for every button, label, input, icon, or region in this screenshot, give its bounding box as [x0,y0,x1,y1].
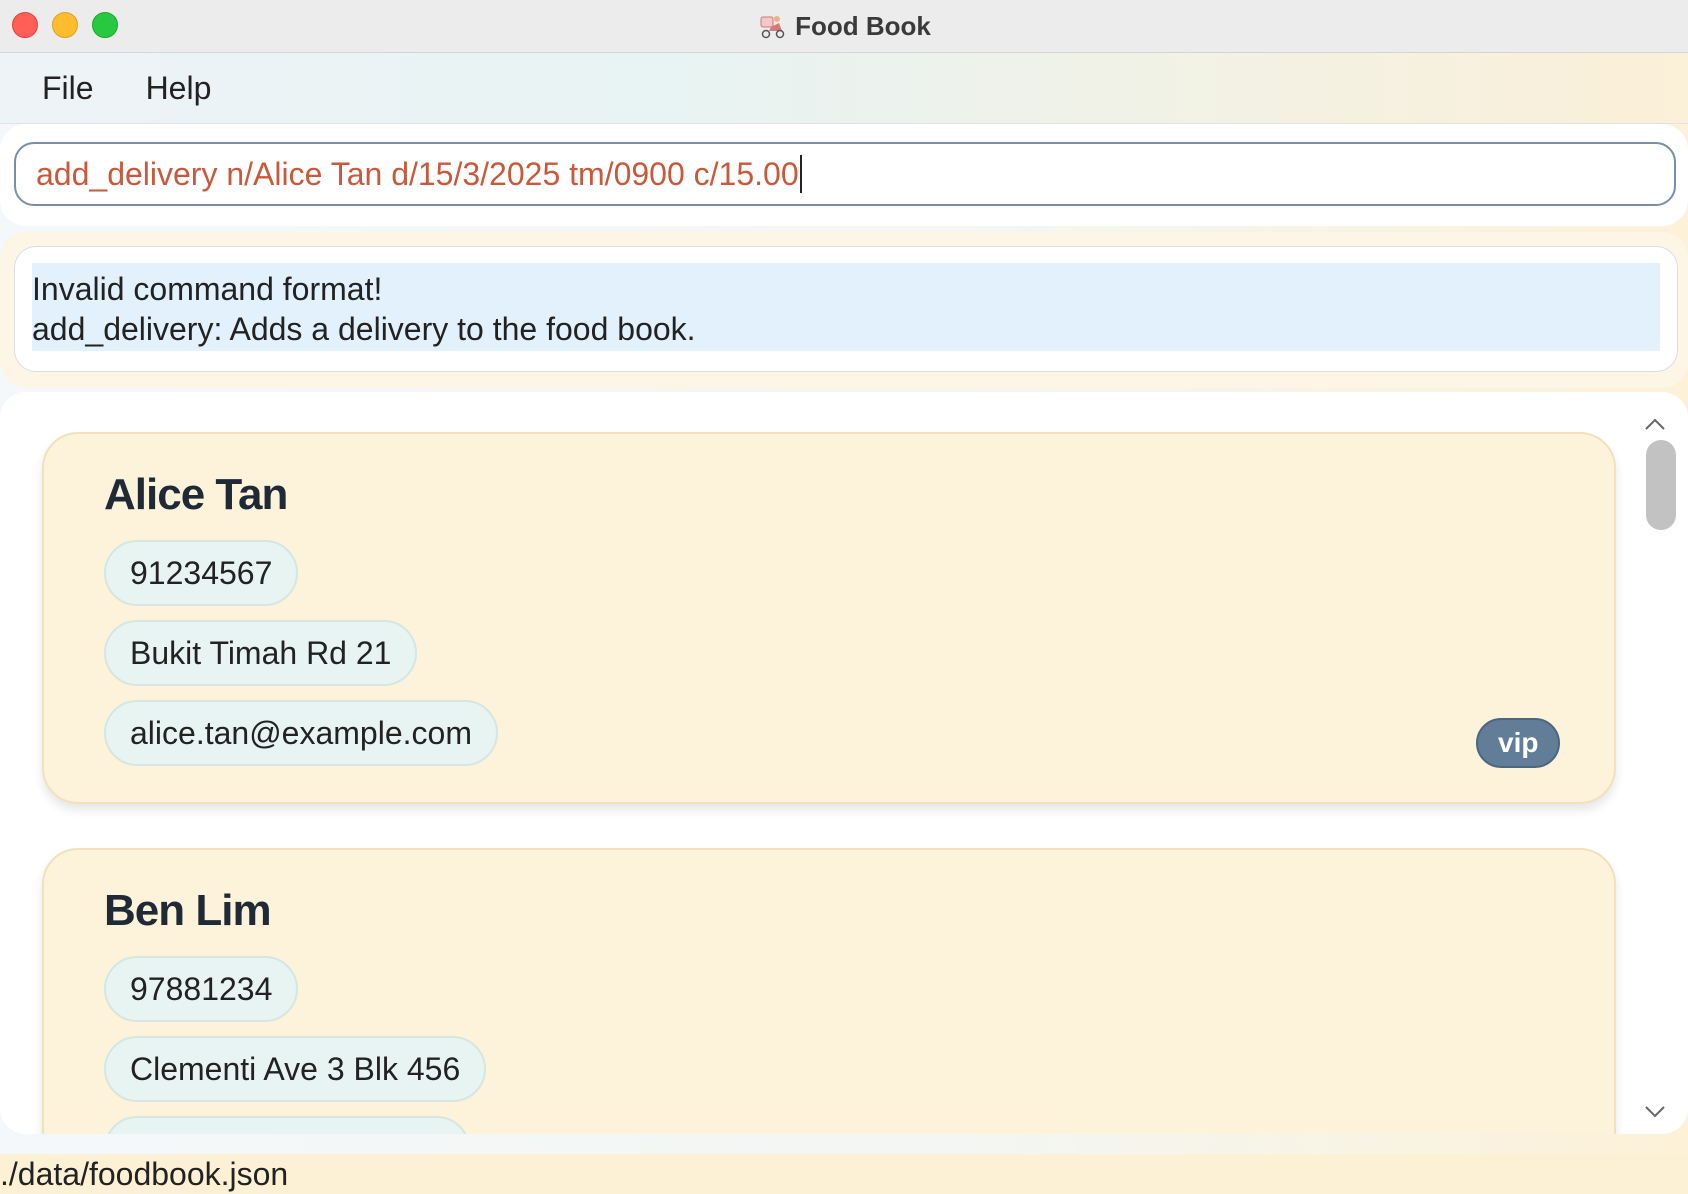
menu-file[interactable]: File [40,66,96,111]
food-delivery-icon [760,16,785,39]
command-box-panel: add_delivery n/Alice Tan d/15/3/2025 tm/… [0,124,1688,226]
customer-email-chip [104,1116,470,1134]
customer-list-panel[interactable]: Alice Tan 91234567 Bukit Timah Rd 21 ali… [0,392,1688,1134]
menu-bar: File Help [0,53,1688,124]
result-display-panel: Invalid command format! add_delivery: Ad… [0,232,1688,388]
customer-address-chip: Clementi Ave 3 Blk 456 [104,1036,487,1102]
status-bar: ./data/foodbook.json [0,1154,1688,1194]
title-bar: Food Book [0,0,1688,53]
result-display[interactable]: Invalid command format! add_delivery: Ad… [14,246,1678,372]
window-title: Food Book [795,10,931,41]
command-input[interactable]: add_delivery n/Alice Tan d/15/3/2025 tm/… [14,142,1676,206]
customer-phone-chip: 97881234 [104,956,299,1022]
scroll-up-arrow-icon[interactable] [1642,414,1668,434]
result-message-line-1: Invalid command format! [32,271,383,307]
customer-address-chip: Bukit Timah Rd 21 [104,620,418,686]
customer-name: Ben Lim [104,886,272,935]
window-title-group: Food Book [0,0,1688,52]
customer-phone-chip: 91234567 [104,540,299,606]
result-message-line-2: add_delivery: Adds a delivery to the foo… [32,311,696,347]
customer-card[interactable]: Alice Tan 91234567 Bukit Timah Rd 21 ali… [42,432,1616,804]
save-file-path: ./data/foodbook.json [0,1155,289,1192]
app-window: Food Book File Help add_delivery n/Alice… [0,0,1688,1194]
customer-email-chip: alice.tan@example.com [104,700,498,766]
text-caret [799,155,802,193]
scrollbar-thumb[interactable] [1646,440,1676,530]
customer-tag-badge: vip [1476,718,1561,768]
menu-help[interactable]: Help [144,66,214,111]
customer-name: Alice Tan [104,470,288,519]
command-input-text: add_delivery n/Alice Tan d/15/3/2025 tm/… [36,155,799,192]
customer-card[interactable]: Ben Lim 97881234 Clementi Ave 3 Blk 456 [42,848,1616,1134]
result-message: Invalid command format! add_delivery: Ad… [32,263,1660,351]
scroll-down-arrow-icon[interactable] [1642,1102,1668,1122]
